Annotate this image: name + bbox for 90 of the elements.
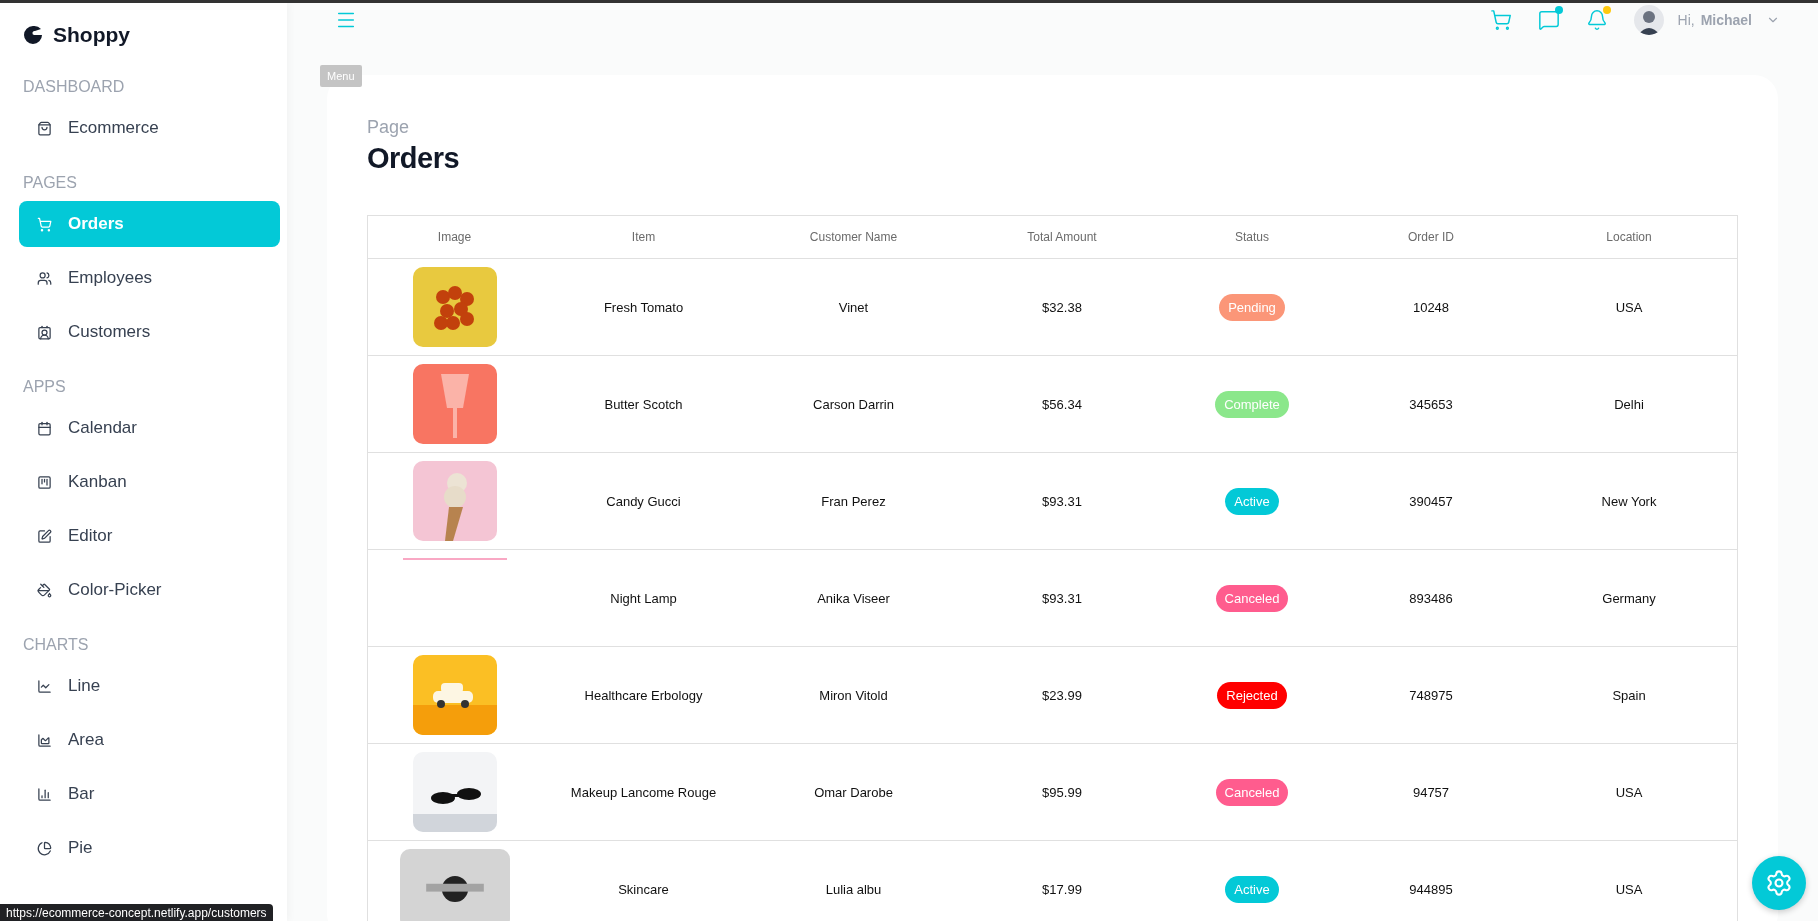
table-cell: Healthcare Erbology: [584, 687, 703, 703]
table-cell: USA: [1615, 784, 1643, 800]
table-cell: 10248: [1412, 299, 1450, 315]
sidebar-item[interactable]: Pie: [19, 825, 280, 871]
section-title: CHARTS: [23, 635, 90, 655]
table-cell: Anika Viseer: [817, 590, 890, 606]
cart-icon: [1489, 9, 1512, 31]
sidebar-item[interactable]: Calendar: [19, 405, 280, 451]
column-header[interactable]: Item: [541, 230, 746, 244]
sidebar-item[interactable]: Kanban: [19, 459, 280, 505]
sidebar-item[interactable]: Area: [19, 717, 280, 763]
table-cell: Fran Perez: [821, 493, 886, 509]
settings-icon: [1765, 869, 1793, 897]
table-cell: $56.34: [1042, 396, 1082, 412]
users-icon: [37, 270, 52, 286]
table-cell: 748975: [1409, 687, 1453, 703]
status-badge: Active: [1225, 875, 1279, 903]
status-badge: Active: [1225, 487, 1279, 515]
app-logo: Shoppy: [53, 23, 130, 47]
table-cell: $32.38: [1042, 299, 1082, 315]
column-header[interactable]: Location: [1521, 230, 1737, 244]
table-cell: Candy Gucci: [606, 493, 681, 509]
status-badge: Complete: [1215, 390, 1289, 418]
table-cell: Carson Darrin: [813, 396, 894, 412]
greeting: Hi,: [1677, 12, 1695, 28]
avatar[interactable]: [1633, 5, 1664, 35]
table-cell: USA: [1615, 299, 1643, 315]
table-cell: 345653: [1409, 396, 1453, 412]
table-cell: Makeup Lancome Rouge: [570, 784, 717, 800]
page-category: Page: [367, 117, 411, 138]
pie-chart-icon: [37, 840, 52, 856]
status-url: https://ecommerce-concept.netlify.app/customers: [0, 904, 273, 921]
table-cell: Miron Vitold: [819, 687, 888, 703]
cart-icon: [37, 216, 52, 232]
paint-bucket-icon: [37, 582, 52, 598]
table-cell: Fresh Tomato: [603, 299, 684, 315]
table-cell: 94757: [1412, 784, 1450, 800]
sidebar-item[interactable]: Ecommerce: [19, 105, 280, 151]
sidebar-item[interactable]: Employees: [19, 255, 280, 301]
table-cell: Butter Scotch: [604, 396, 683, 412]
user-name: Michael: [1700, 12, 1752, 28]
column-header[interactable]: Image: [368, 230, 541, 244]
sidebar-item[interactable]: Editor: [19, 513, 280, 559]
edit-icon: [37, 528, 52, 544]
table-cell: 944895: [1409, 881, 1453, 897]
table-cell: New York: [1601, 493, 1657, 509]
table-cell: Omar Darobe: [814, 784, 893, 800]
menu-tooltip: Menu: [320, 65, 362, 87]
table-cell: $95.99: [1042, 784, 1082, 800]
logo-icon: [23, 25, 43, 45]
table-cell: Skincare: [618, 881, 669, 897]
table-cell: 893486: [1409, 590, 1453, 606]
area-chart-icon: [37, 732, 52, 748]
bell-icon: [1585, 9, 1608, 31]
sidebar-item[interactable]: Bar: [19, 771, 280, 817]
contact-icon: [37, 324, 52, 340]
column-header[interactable]: Status: [1163, 230, 1341, 244]
status-badge: Canceled: [1215, 778, 1289, 806]
sidebar-item[interactable]: Line: [19, 663, 280, 709]
sidebar-item[interactable]: Customers: [19, 309, 280, 355]
table-cell: $17.99: [1042, 881, 1082, 897]
table-cell: $93.31: [1042, 590, 1082, 606]
kanban-icon: [37, 474, 52, 490]
column-header[interactable]: Customer Name: [746, 230, 961, 244]
table-cell: Lulia albu: [825, 881, 882, 897]
table-cell: Vinet: [838, 299, 869, 315]
line-chart-icon: [37, 678, 52, 694]
settings-button[interactable]: [1752, 856, 1806, 910]
table-cell: USA: [1615, 881, 1643, 897]
section-title: APPS: [23, 377, 67, 397]
page-title: Orders: [367, 142, 461, 175]
table-cell: $23.99: [1042, 687, 1082, 703]
calendar-icon: [37, 420, 52, 436]
sidebar-item[interactable]: Color-Picker: [19, 567, 280, 613]
table-cell: 390457: [1409, 493, 1453, 509]
table-cell: Night Lamp: [610, 590, 677, 606]
status-badge: Pending: [1219, 293, 1285, 321]
table-cell: Spain: [1612, 687, 1646, 703]
bag-icon: [37, 120, 52, 136]
section-title: DASHBOARD: [23, 77, 126, 97]
section-title: PAGES: [23, 173, 78, 193]
column-header[interactable]: Total Amount: [961, 230, 1163, 244]
chat-icon: [1537, 9, 1560, 31]
table-cell: Germany: [1602, 590, 1656, 606]
bar-chart-icon: [37, 786, 52, 802]
status-badge: Rejected: [1217, 681, 1287, 709]
status-badge: Canceled: [1215, 584, 1289, 612]
table-cell: $93.31: [1042, 493, 1082, 509]
table-cell: Delhi: [1614, 396, 1644, 412]
column-header[interactable]: Order ID: [1341, 230, 1521, 244]
